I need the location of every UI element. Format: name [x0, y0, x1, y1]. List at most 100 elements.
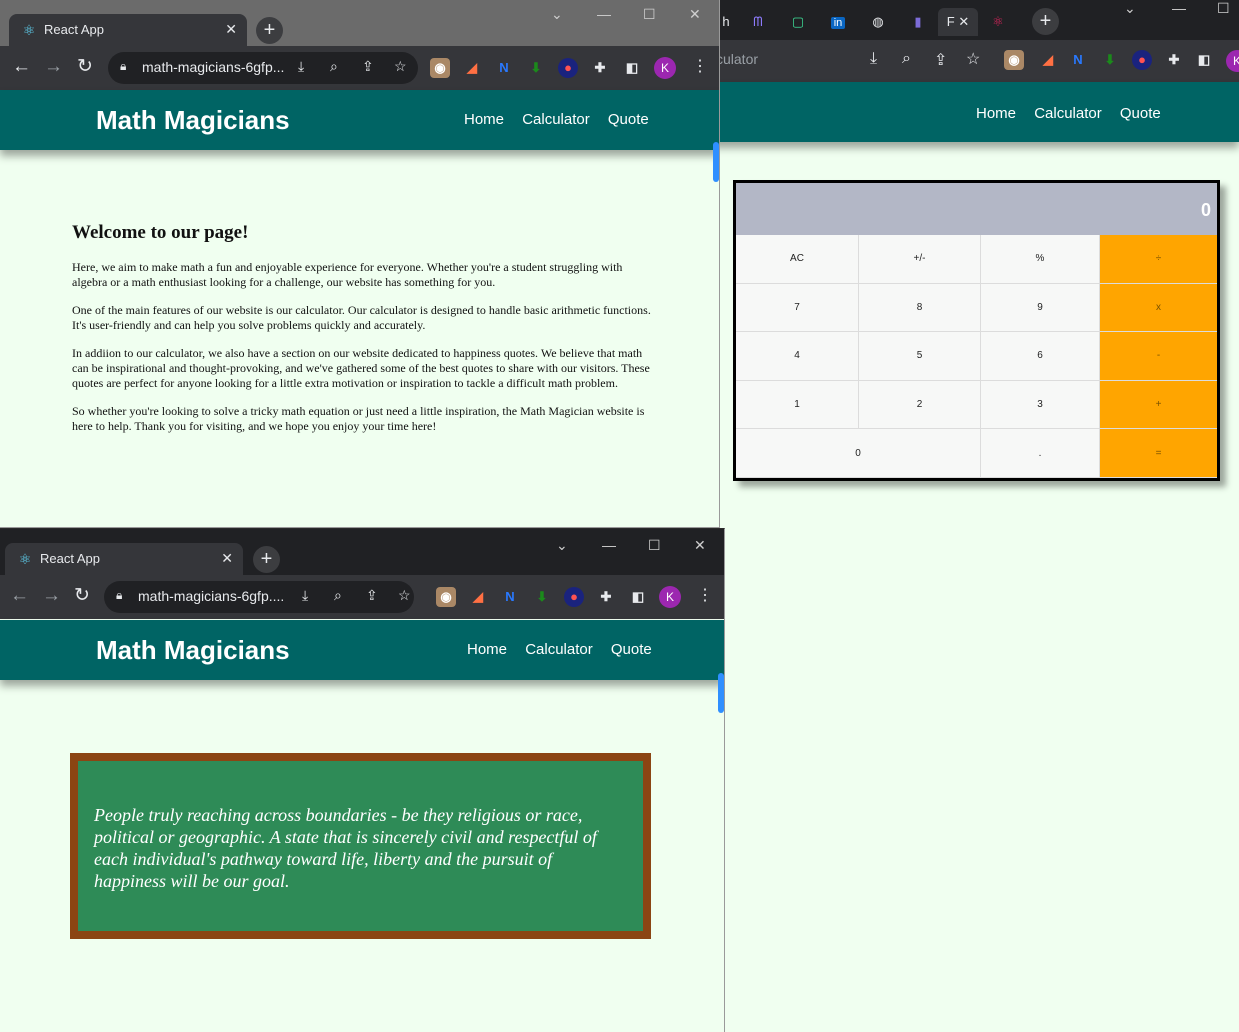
extensions-puzzle-icon[interactable]: ✚ [596, 587, 616, 607]
key-decimal[interactable]: . [981, 429, 1100, 478]
tab-search-icon[interactable]: ⌄ [556, 537, 568, 554]
close-tab-icon[interactable]: ✕ [225, 21, 237, 38]
profile-avatar[interactable]: K [654, 57, 676, 79]
tab-globe-icon[interactable]: ◍ [864, 8, 892, 36]
profile-avatar[interactable]: K [1226, 50, 1239, 72]
key-9[interactable]: 9 [981, 283, 1100, 333]
share-icon[interactable]: ⇪ [362, 58, 374, 75]
key-multiply[interactable]: x [1100, 283, 1217, 333]
nav-quote-link[interactable]: Quote [1120, 105, 1161, 122]
close-window-button[interactable]: ✕ [689, 6, 701, 23]
extensions-puzzle-icon[interactable]: ✚ [1164, 50, 1184, 70]
bookmark-star-icon[interactable]: ☆ [966, 49, 980, 69]
minimize-button[interactable]: — [597, 6, 611, 22]
key-1[interactable]: 1 [736, 380, 859, 430]
extension-n-icon[interactable]: N [1068, 50, 1088, 70]
extension-n-icon[interactable]: N [500, 587, 520, 607]
scrollbar-thumb[interactable] [718, 673, 724, 713]
extension-download-icon[interactable]: ⬇ [532, 587, 552, 607]
nav-calculator-link[interactable]: Calculator [522, 111, 590, 128]
share-icon[interactable]: ⇪ [934, 50, 947, 70]
close-window-button[interactable]: ✕ [694, 537, 706, 554]
nav-quote-link[interactable]: Quote [608, 111, 649, 128]
extension-download-icon[interactable]: ⬇ [1100, 50, 1120, 70]
menu-kebab-icon[interactable]: ⋮ [697, 586, 713, 606]
bookmark-star-icon[interactable]: ☆ [398, 587, 411, 604]
key-divide[interactable]: ÷ [1100, 235, 1217, 284]
zoom-icon[interactable]: ⌕ [330, 58, 338, 75]
reload-icon[interactable]: ↻ [77, 57, 93, 77]
key-ac[interactable]: AC [736, 235, 859, 284]
back-arrow-icon[interactable]: ← [12, 57, 31, 77]
back-arrow-icon[interactable]: ← [10, 586, 29, 606]
key-0[interactable]: 0 [736, 429, 981, 478]
extension-owl-icon[interactable]: ◉ [430, 58, 450, 78]
nav-quote-link[interactable]: Quote [611, 641, 652, 658]
tab-square-icon[interactable]: ▢ [784, 8, 812, 36]
bookmark-star-icon[interactable]: ☆ [394, 58, 407, 75]
extension-owl-icon[interactable]: ◉ [436, 587, 456, 607]
maximize-button[interactable]: ☐ [648, 537, 661, 554]
nav-home-link[interactable]: Home [976, 105, 1016, 122]
maximize-button[interactable]: ☐ [1217, 0, 1230, 17]
brand-title[interactable]: Math Magicians [96, 635, 290, 666]
nav-calculator-link[interactable]: Calculator [525, 641, 593, 658]
reload-icon[interactable]: ↻ [74, 586, 90, 606]
side-panel-icon[interactable]: ◧ [628, 587, 648, 607]
scrollbar-thumb[interactable] [713, 142, 719, 182]
tab-react-app[interactable]: ⚛ React App ✕ [9, 14, 247, 46]
tab-react-icon[interactable]: ⚛ [984, 8, 1012, 36]
extension-n-icon[interactable]: N [494, 58, 514, 78]
key-3[interactable]: 3 [981, 380, 1100, 430]
address-bar[interactable]: 🔒︎ math-magicians-6gfp... ⤓ ⌕ ⇪ ☆ [108, 52, 418, 84]
tab-bookmark-icon[interactable]: ▮ [904, 8, 932, 36]
extension-megaphone-icon[interactable]: ◢ [1038, 50, 1058, 70]
new-tab-button[interactable]: + [256, 17, 283, 44]
tab-search-icon[interactable]: ⌄ [551, 6, 563, 23]
install-icon[interactable]: ⤓ [870, 50, 877, 68]
key-5[interactable]: 5 [859, 332, 981, 381]
profile-avatar[interactable]: K [659, 586, 681, 608]
extension-owl-icon[interactable]: ◉ [1004, 50, 1024, 70]
install-icon[interactable]: ⤓ [298, 58, 304, 75]
nav-calculator-link[interactable]: Calculator [1034, 105, 1102, 122]
extensions-puzzle-icon[interactable]: ✚ [590, 58, 610, 78]
nav-home-link[interactable]: Home [464, 111, 504, 128]
nav-home-link[interactable]: Home [467, 641, 507, 658]
forward-arrow-icon[interactable]: → [44, 57, 63, 77]
tab-linkedin-icon[interactable]: in [824, 8, 852, 36]
extension-megaphone-icon[interactable]: ◢ [462, 58, 482, 78]
tab-react-app[interactable]: ⚛ React App ✕ [5, 543, 243, 575]
close-tab-icon[interactable]: ✕ [221, 550, 233, 567]
minimize-button[interactable]: — [1172, 0, 1186, 16]
extension-megaphone-icon[interactable]: ◢ [468, 587, 488, 607]
tab-search-icon[interactable]: ⌄ [1124, 0, 1136, 17]
key-plus-minus[interactable]: +/- [859, 235, 981, 284]
zoom-icon[interactable]: ⌕ [902, 50, 911, 68]
extension-color-icon[interactable]: ● [1132, 50, 1152, 70]
key-subtract[interactable]: - [1100, 332, 1217, 381]
key-percent[interactable]: % [981, 235, 1100, 284]
tab-active[interactable]: F ✕ [938, 8, 978, 36]
new-tab-button[interactable]: + [253, 546, 280, 573]
url-fragment[interactable]: culator [716, 51, 758, 67]
new-tab-button[interactable]: + [1032, 8, 1059, 35]
key-4[interactable]: 4 [736, 332, 859, 381]
key-7[interactable]: 7 [736, 283, 859, 333]
key-2[interactable]: 2 [859, 380, 981, 430]
zoom-icon[interactable]: ⌕ [334, 587, 342, 604]
extension-color-icon[interactable]: ● [564, 587, 584, 607]
menu-kebab-icon[interactable]: ⋮ [692, 57, 708, 77]
key-add[interactable]: + [1100, 380, 1217, 430]
side-panel-icon[interactable]: ◧ [622, 58, 642, 78]
minimize-button[interactable]: — [602, 537, 616, 553]
tab-miro-icon[interactable]: ᗰ [744, 8, 772, 36]
extension-download-icon[interactable]: ⬇ [526, 58, 546, 78]
side-panel-icon[interactable]: ◧ [1194, 50, 1214, 70]
key-8[interactable]: 8 [859, 283, 981, 333]
address-bar[interactable]: 🔒︎ math-magicians-6gfp.... ⤓ ⌕ ⇪ ☆ [104, 581, 414, 613]
key-6[interactable]: 6 [981, 332, 1100, 381]
extension-color-icon[interactable]: ● [558, 58, 578, 78]
maximize-button[interactable]: ☐ [643, 6, 656, 23]
key-equals[interactable]: = [1100, 429, 1217, 478]
